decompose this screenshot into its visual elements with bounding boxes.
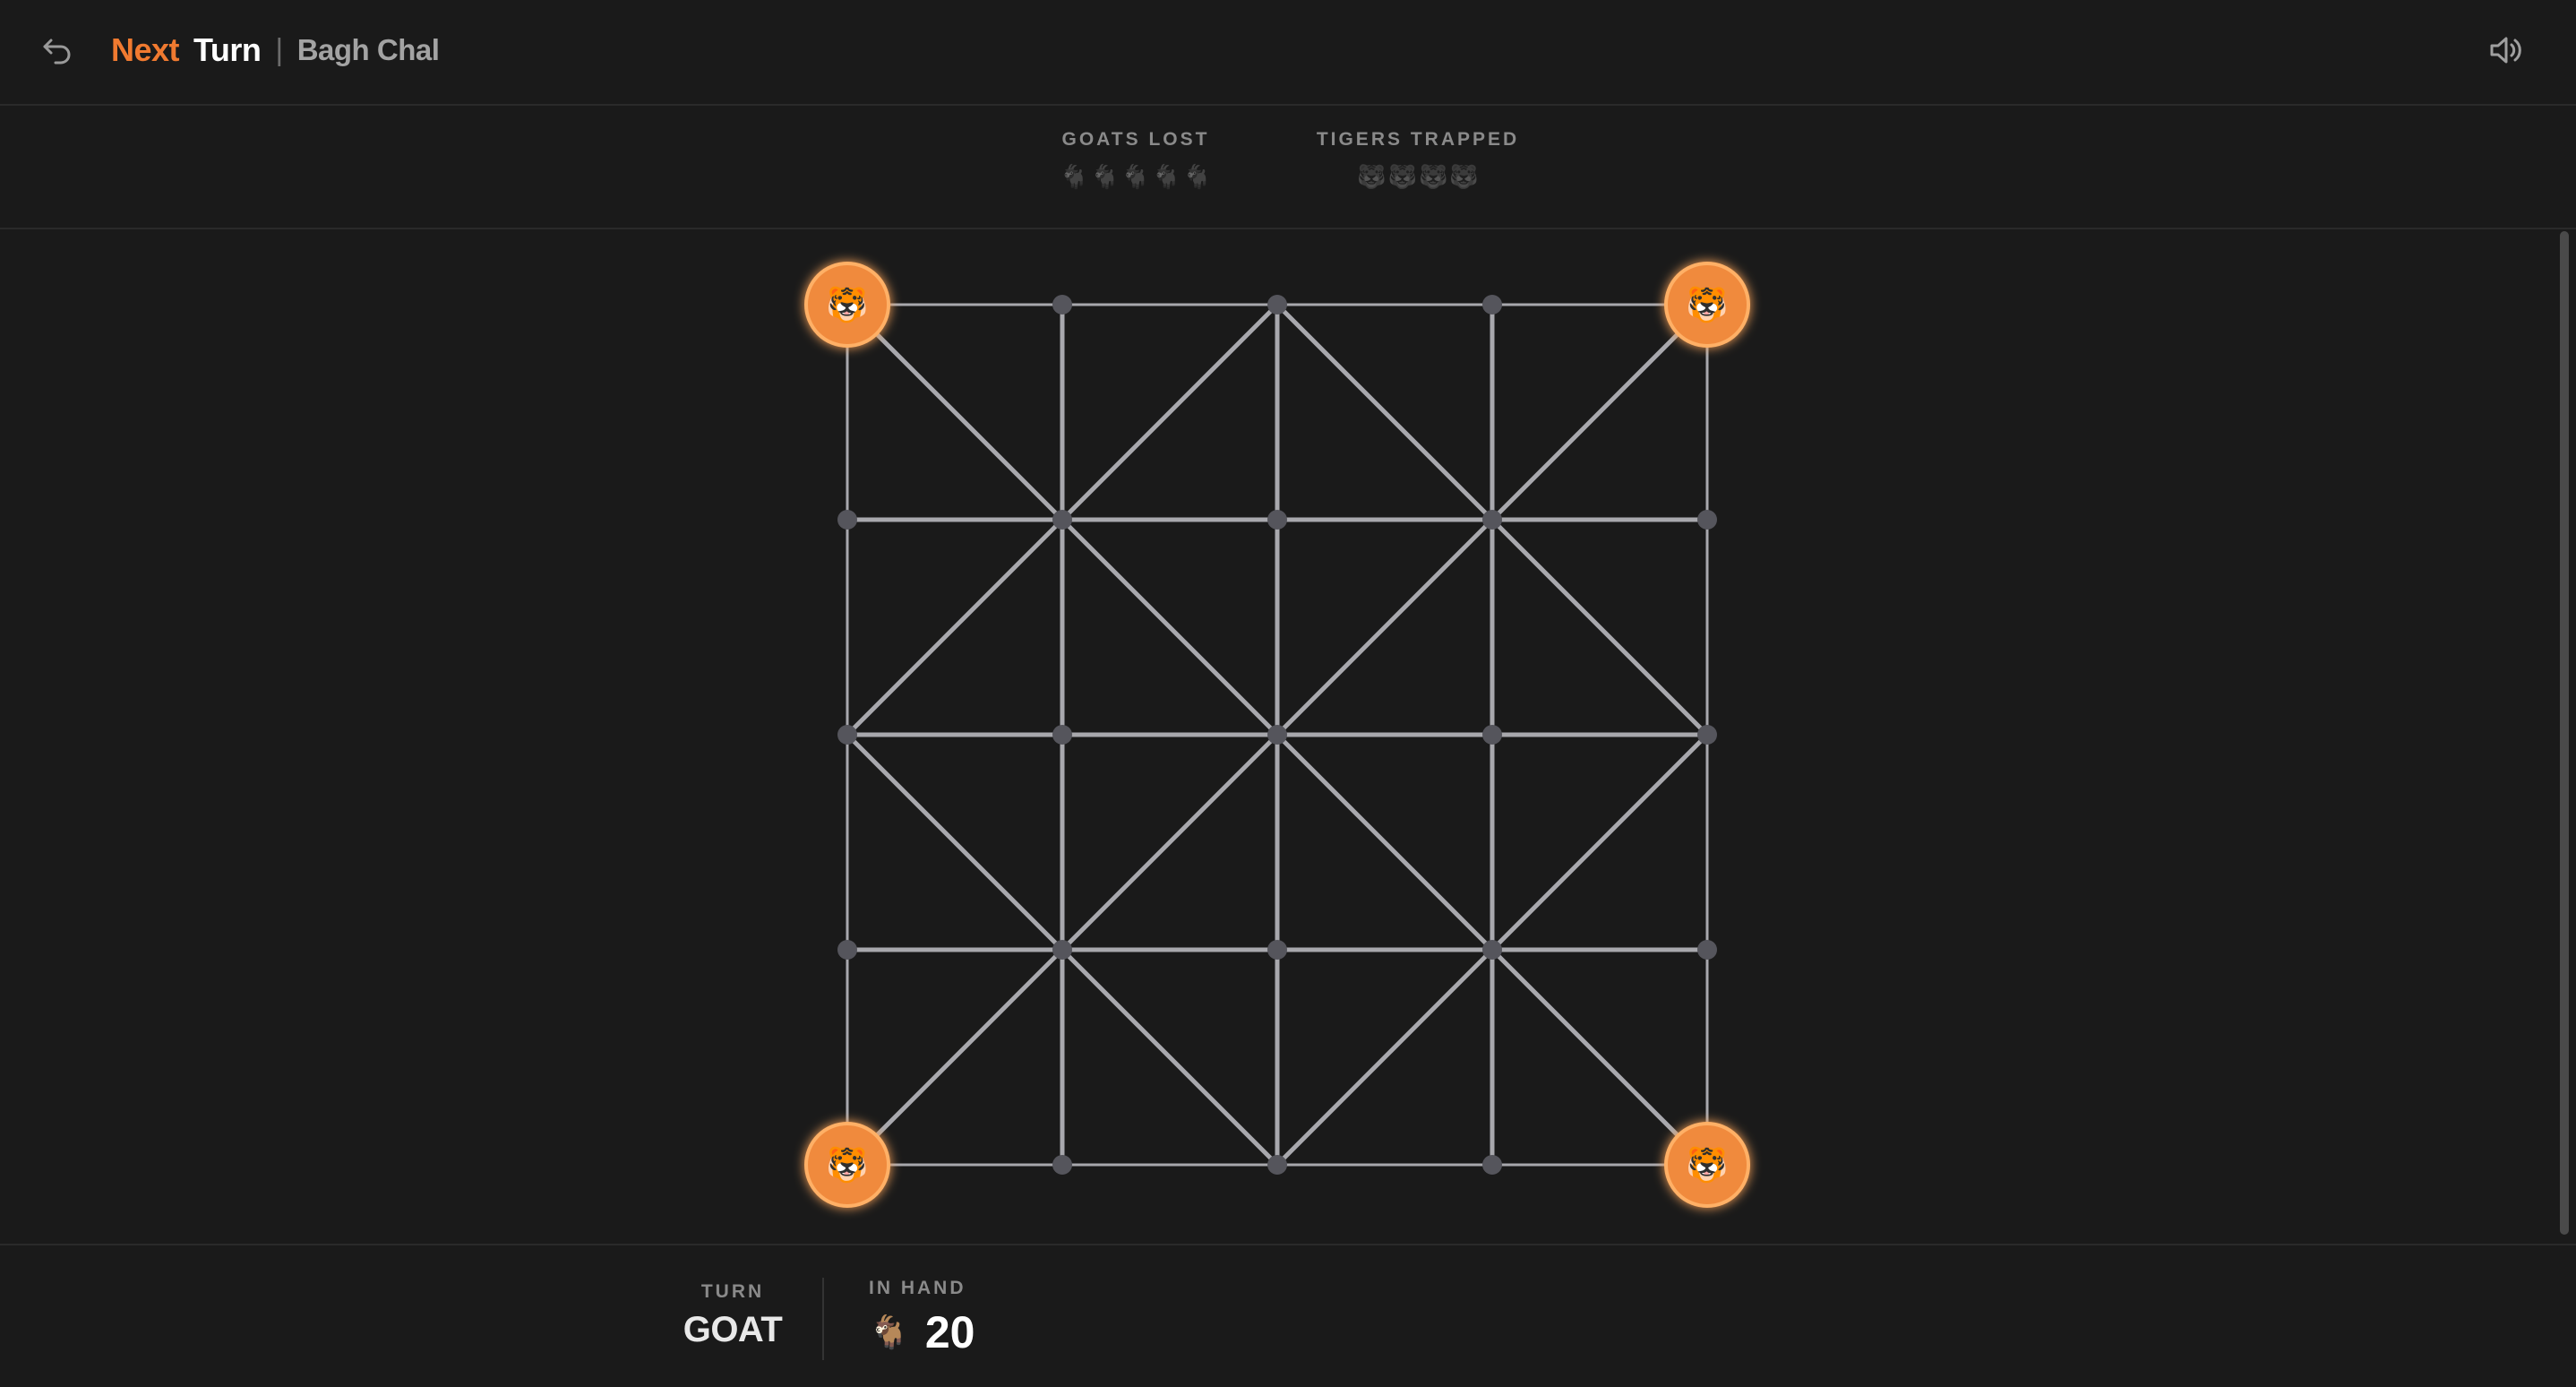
tiger-pip-icon: 🐯	[1357, 163, 1387, 190]
tiger-pip-icon: 🐯	[1387, 163, 1417, 190]
goat-pip-icon: 🐐	[1121, 163, 1151, 190]
brand-separator: |	[275, 32, 283, 67]
board-point[interactable]	[1052, 295, 1072, 314]
tiger-piece[interactable]: 🐯	[804, 1122, 890, 1208]
tigers-trapped-stat: TIGERS TRAPPED 🐯 🐯 🐯 🐯	[1308, 129, 1528, 192]
board-point[interactable]	[1697, 510, 1717, 530]
board-line-diagonal	[846, 518, 1064, 737]
goat-icon: 🐐	[869, 1314, 909, 1350]
board-line-diagonal	[1490, 733, 1709, 952]
board-point[interactable]	[1052, 940, 1072, 960]
goat-pip-icon: 🐐	[1060, 163, 1089, 190]
board-point[interactable]	[1482, 1155, 1502, 1175]
scrollbar[interactable]	[2558, 231, 2571, 1240]
board-line-diagonal	[846, 303, 1064, 521]
tiger-icon: 🐯	[826, 284, 868, 324]
board-line-diagonal	[1275, 948, 1494, 1167]
tigers-trapped-pips: 🐯 🐯 🐯 🐯	[1308, 161, 1528, 192]
tiger-icon: 🐯	[1686, 284, 1728, 324]
board-line-diagonal	[1490, 518, 1709, 737]
scrollbar-thumb[interactable]	[2560, 231, 2569, 1235]
tiger-piece[interactable]: 🐯	[1664, 262, 1750, 348]
goat-pip-icon: 🐐	[1090, 163, 1120, 190]
game-board[interactable]: 🐯 🐯 🐯 🐯	[0, 229, 2576, 1244]
speaker-icon	[2490, 37, 2521, 64]
goat-pip-icon: 🐐	[1182, 163, 1212, 190]
tiger-pip-icon: 🐯	[1449, 163, 1479, 190]
tiger-pip-icon: 🐯	[1419, 163, 1448, 190]
top-bar: Next Turn | Bagh Chal	[0, 0, 2576, 106]
in-hand-label: IN HAND	[869, 1278, 966, 1298]
turn-indicator: TURN GOAT	[663, 1281, 803, 1350]
board-point[interactable]	[837, 725, 857, 745]
board-line-diagonal	[1275, 733, 1494, 952]
undo-arrow-icon	[43, 39, 71, 65]
board-point[interactable]	[1052, 1155, 1072, 1175]
bagh-chal-app: Next Turn | Bagh Chal GOATS LOST 🐐 🐐 🐐 🐐…	[0, 0, 2576, 1387]
board-point[interactable]	[1697, 940, 1717, 960]
app-brand[interactable]: Next Turn | Bagh Chal	[111, 27, 440, 73]
status-bar: TURN GOAT IN HAND 🐐 20	[0, 1244, 2576, 1387]
board-point[interactable]	[1482, 510, 1502, 530]
tiger-icon: 🐯	[1686, 1144, 1728, 1185]
board-line-diagonal	[1060, 948, 1279, 1167]
board-line-diagonal	[1060, 303, 1279, 521]
board-line-diagonal	[1275, 518, 1494, 737]
board-point[interactable]	[837, 510, 857, 530]
in-hand-count: 20	[924, 1307, 975, 1357]
game-board-area: 🐯 🐯 🐯 🐯	[0, 229, 2576, 1244]
goats-lost-pips: 🐐 🐐 🐐 🐐 🐐	[1030, 161, 1241, 192]
sound-toggle-button[interactable]	[2479, 23, 2533, 77]
board-point[interactable]	[837, 940, 857, 960]
turn-label: TURN	[700, 1281, 765, 1302]
board-line-diagonal	[846, 948, 1064, 1167]
board-line-diagonal	[1490, 948, 1709, 1167]
board-point[interactable]	[1267, 940, 1287, 960]
board-line-diagonal	[1490, 303, 1709, 521]
goat-pip-icon: 🐐	[1152, 163, 1181, 190]
brand-next: Next	[111, 31, 180, 68]
board-point[interactable]	[1267, 295, 1287, 314]
board-point[interactable]	[1697, 725, 1717, 745]
footer-divider	[822, 1278, 824, 1360]
board-point[interactable]	[1482, 295, 1502, 314]
turn-value: GOAT	[683, 1310, 783, 1349]
board-point[interactable]	[1267, 725, 1287, 745]
board-point[interactable]	[1052, 510, 1072, 530]
tiger-icon: 🐯	[826, 1144, 868, 1185]
board-line-diagonal	[1275, 303, 1494, 521]
brand-turn: Turn	[193, 31, 262, 68]
board-line-diagonal	[1060, 733, 1279, 952]
tigers-trapped-label: TIGERS TRAPPED	[1316, 129, 1520, 150]
in-hand-indicator: IN HAND 🐐 20	[869, 1278, 975, 1358]
board-point[interactable]	[1267, 510, 1287, 530]
board-point[interactable]	[1052, 725, 1072, 745]
board-point[interactable]	[1482, 940, 1502, 960]
board-point[interactable]	[1267, 1155, 1287, 1175]
tiger-piece[interactable]: 🐯	[1664, 1122, 1750, 1208]
goats-lost-stat: GOATS LOST 🐐 🐐 🐐 🐐 🐐	[1030, 129, 1241, 192]
tiger-piece[interactable]: 🐯	[804, 262, 890, 348]
board-point[interactable]	[1482, 725, 1502, 745]
back-button[interactable]	[32, 25, 82, 75]
score-bar: GOATS LOST 🐐 🐐 🐐 🐐 🐐 TIGERS TRAPPED 🐯 🐯 …	[0, 106, 2576, 229]
game-title: Bagh Chal	[296, 33, 440, 66]
goats-lost-label: GOATS LOST	[1061, 129, 1210, 150]
board-line-diagonal	[1060, 518, 1279, 737]
board-line-diagonal	[846, 733, 1064, 952]
